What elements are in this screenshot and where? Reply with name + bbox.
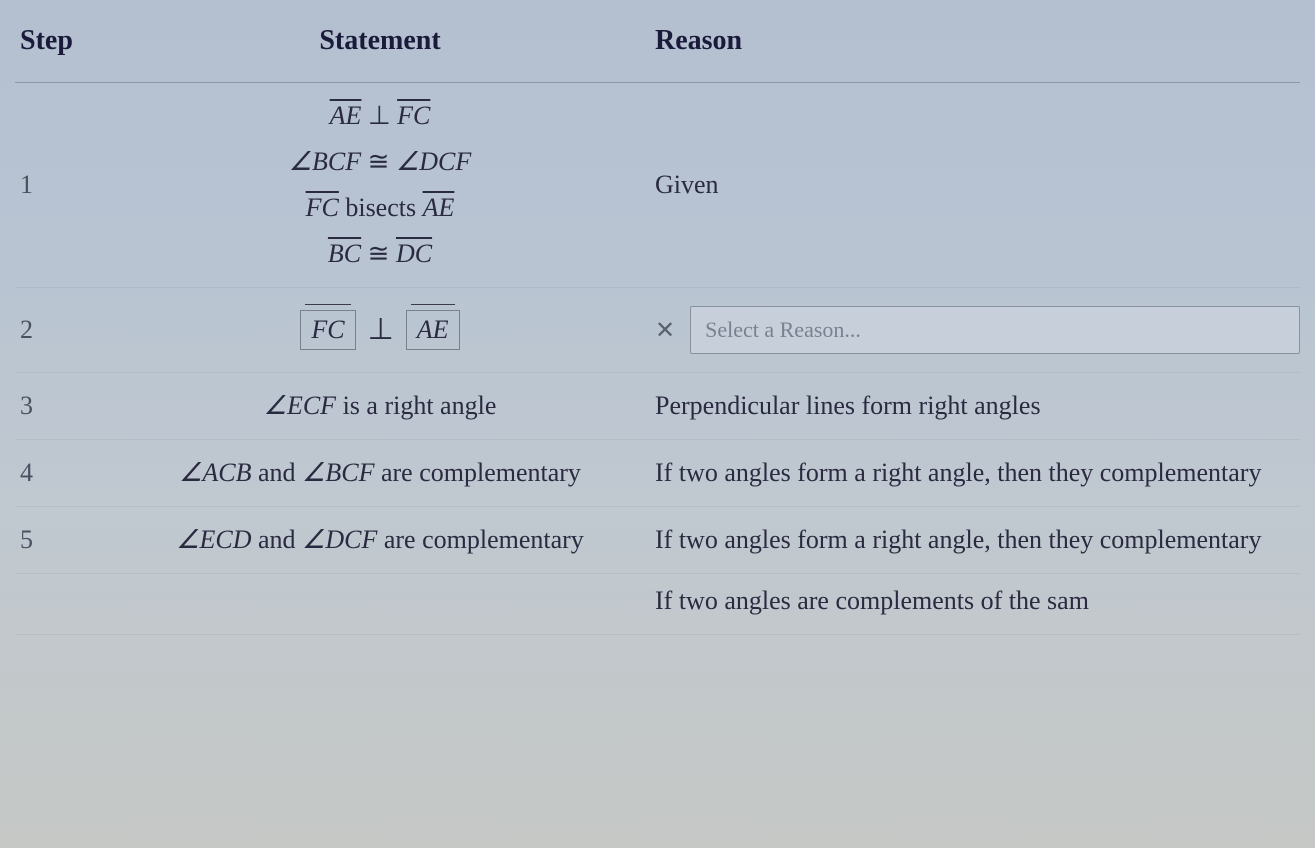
statement-cell: FC ⊥ AE	[125, 310, 635, 350]
angle-label: DCF	[419, 147, 471, 176]
header-reason: Reason	[635, 25, 1300, 57]
table-row: 2 FC ⊥ AE ✕	[15, 288, 1300, 373]
perp-symbol-button[interactable]: ⊥	[368, 315, 394, 345]
statement-line: BC DC	[328, 239, 432, 269]
segment: DC	[396, 239, 432, 268]
segment-input[interactable]: AE	[406, 310, 460, 350]
angle-label: DCF	[325, 525, 377, 554]
text: are complementary	[377, 525, 583, 554]
table-row: 4 ACB and BCF are complementary If two a…	[15, 440, 1300, 507]
statement-line: FC bisects AE	[306, 193, 455, 223]
reason-cell: If two angles form a right angle, then t…	[635, 525, 1300, 555]
statement-input-group: FC ⊥ AE	[300, 310, 459, 350]
reason-cell: If two angles are complements of the sam	[635, 586, 1300, 616]
angle	[396, 147, 419, 176]
angle	[289, 147, 312, 176]
segment: BC	[328, 239, 361, 268]
angle-label: BCF	[325, 458, 374, 487]
statement-cell: AE FC BCF DCF FC bisects AE BC DC	[125, 101, 635, 269]
angle-label: ACB	[202, 458, 251, 487]
header-step: Step	[15, 25, 125, 57]
segment: AE	[423, 193, 455, 222]
segment-input[interactable]: FC	[300, 310, 355, 350]
step-number: 1	[15, 170, 125, 200]
step-number: 4	[15, 458, 125, 488]
reason-cell: Perpendicular lines form right angles	[635, 391, 1300, 421]
congruent-symbol	[361, 147, 396, 176]
text: bisects	[339, 193, 423, 222]
segment: AE	[330, 101, 362, 130]
text: are complementary	[374, 458, 580, 487]
angle-label: ECD	[200, 525, 252, 554]
segment: FC	[306, 193, 339, 222]
reason-cell: If two angles form a right angle, then t…	[635, 458, 1300, 488]
step-number: 3	[15, 391, 125, 421]
text: is a right angle	[336, 391, 496, 420]
table-row: 5 ECD and DCF are complementary If two a…	[15, 507, 1300, 574]
angle	[264, 391, 287, 420]
reason-select[interactable]	[690, 306, 1300, 354]
text: and	[252, 525, 303, 554]
statement-line: BCF DCF	[289, 147, 472, 177]
proof-table: Step Statement Reason 1 AE FC BCF DCF FC b…	[15, 10, 1300, 635]
angle-label: BCF	[312, 147, 361, 176]
reason-cell: Given	[635, 170, 1300, 200]
angle	[302, 458, 325, 487]
angle	[302, 525, 325, 554]
statement-line: AE FC	[330, 101, 431, 131]
table-header-row: Step Statement Reason	[15, 10, 1300, 83]
congruent-symbol	[361, 239, 396, 268]
text: and	[252, 458, 303, 487]
angle	[176, 525, 199, 554]
statement-cell: ACB and BCF are complementary	[125, 458, 635, 488]
statement-cell: ECD and DCF are complementary	[125, 525, 635, 555]
reason-cell: ✕	[635, 306, 1300, 354]
table-row: If two angles are complements of the sam	[15, 574, 1300, 635]
statement-cell: ECF is a right angle	[125, 391, 635, 421]
segment: FC	[397, 101, 430, 130]
angle	[179, 458, 202, 487]
step-number: 5	[15, 525, 125, 555]
table-row: 3 ECF is a right angle Perpendicular lin…	[15, 373, 1300, 440]
step-number: 2	[15, 315, 125, 345]
perp-symbol	[361, 101, 397, 130]
angle-label: ECF	[287, 391, 336, 420]
close-icon[interactable]: ✕	[655, 316, 675, 345]
header-statement: Statement	[125, 25, 635, 57]
table-row: 1 AE FC BCF DCF FC bisects AE BC DC Given	[15, 83, 1300, 288]
